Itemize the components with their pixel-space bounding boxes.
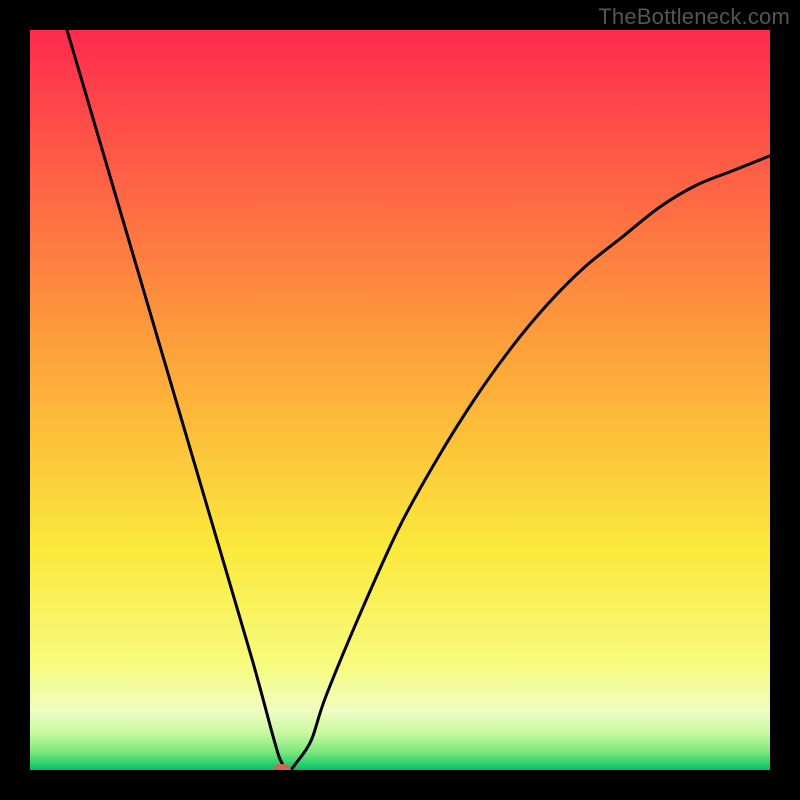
watermark-label: TheBottleneck.com: [598, 4, 790, 30]
chart-frame: TheBottleneck.com: [0, 0, 800, 800]
bottleneck-curve: [30, 30, 770, 770]
optimal-point-marker: [273, 764, 291, 770]
plot-area: [30, 30, 770, 770]
